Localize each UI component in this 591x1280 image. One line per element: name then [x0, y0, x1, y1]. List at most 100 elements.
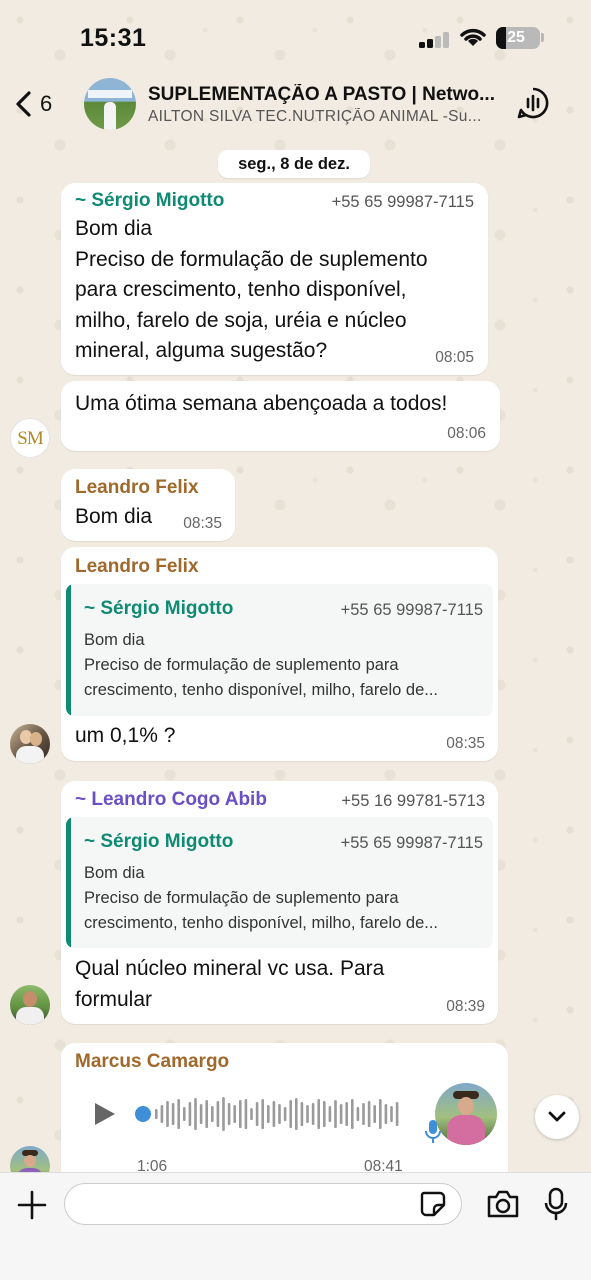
message-time: 08:35	[183, 515, 222, 532]
sender-name[interactable]: ~ Sérgio Migotto	[75, 190, 224, 212]
waveform-bar	[289, 1100, 292, 1128]
waveform-bar	[177, 1099, 180, 1129]
waveform-bar	[351, 1099, 354, 1129]
waveform-bar	[300, 1102, 304, 1126]
sender-name[interactable]: ~ Leandro Cogo Abib	[75, 789, 267, 811]
waveform-bar	[334, 1100, 337, 1128]
waveform-bar	[166, 1101, 169, 1127]
sender-name[interactable]: Leandro Felix	[75, 477, 199, 499]
quoted-sender: ~ Sérgio Migotto	[84, 598, 234, 619]
waveform-bar	[328, 1106, 332, 1122]
quoted-phone: +55 65 99987-7115	[340, 601, 483, 619]
battery-icon: 25	[496, 27, 540, 49]
sticker-icon[interactable]	[420, 1191, 446, 1217]
sender-name[interactable]: Leandro Felix	[75, 556, 199, 578]
unread-count: 6	[40, 91, 53, 116]
waveform-bar	[283, 1107, 287, 1121]
play-icon[interactable]	[91, 1101, 117, 1127]
waveform-bar	[205, 1100, 208, 1128]
scroll-to-bottom-button[interactable]	[535, 1095, 579, 1139]
waveform-bar	[323, 1101, 326, 1127]
audio-waveform[interactable]	[135, 1093, 410, 1135]
waveform-bar	[239, 1100, 242, 1128]
quoted-phone: +55 65 99987-7115	[340, 834, 483, 852]
voice-sender-avatar	[435, 1083, 497, 1145]
waveform-bar	[311, 1103, 315, 1125]
waveform-bar	[233, 1105, 236, 1123]
waveform-bar	[227, 1103, 231, 1125]
microphone-icon[interactable]	[544, 1187, 568, 1221]
status-time: 15:31	[80, 24, 147, 52]
composer-bar	[0, 1172, 591, 1280]
date-separator: seg., 8 de dez.	[218, 150, 370, 178]
waveform-bar	[367, 1101, 371, 1127]
waveform-bar	[155, 1109, 158, 1119]
quoted-message[interactable]: ~ Sérgio Migotto +55 65 99987-7115 Bom d…	[66, 584, 493, 716]
waveform-bar	[244, 1099, 248, 1129]
waveform-bar	[379, 1099, 382, 1129]
waveform-bar	[278, 1104, 281, 1124]
waveform-bar	[317, 1099, 320, 1129]
message-input[interactable]	[64, 1183, 462, 1225]
waveform-bar	[222, 1097, 225, 1131]
voice-chat-icon[interactable]	[516, 86, 550, 120]
message-text: um 0,1% ?	[75, 724, 176, 747]
waveform-bar	[216, 1101, 220, 1127]
chat-header: 6 SUPLEMENTAÇÃO A PASTO | Netwo... AILTO…	[0, 70, 591, 138]
waveform-bar	[384, 1104, 388, 1124]
message-text: Uma ótima semana abençoada a todos!	[75, 392, 448, 415]
waveform-bar	[356, 1107, 360, 1121]
avatar[interactable]: SM	[10, 418, 50, 458]
waveform-bar	[267, 1105, 270, 1123]
signal-icon	[419, 30, 451, 48]
avatar-initials: SM	[17, 428, 43, 449]
waveform-bar	[250, 1108, 253, 1120]
quoted-text: Bom dia Preciso de formulação de supleme…	[84, 631, 439, 699]
group-subtitle[interactable]: AILTON SILVA TEC.NUTRIÇÃO ANIMAL -Su...	[148, 108, 504, 126]
avatar[interactable]	[10, 724, 50, 764]
message-bubble[interactable]: Uma ótima semana abençoada a todos! 08:0…	[61, 381, 500, 451]
waveform-bar	[171, 1103, 175, 1125]
microphone-icon	[425, 1120, 441, 1143]
message-bubble[interactable]: ~ Sérgio Migotto +55 65 99987-7115 Bom d…	[61, 183, 488, 375]
waveform-bar	[272, 1101, 276, 1127]
plus-icon[interactable]	[16, 1189, 48, 1221]
waveform-bar	[345, 1102, 348, 1126]
battery-tip	[541, 33, 544, 42]
quoted-message[interactable]: ~ Sérgio Migotto +55 65 99987-7115 Bom d…	[66, 817, 493, 948]
waveform-bar	[160, 1105, 164, 1123]
waveform-bar	[306, 1105, 309, 1123]
chevron-down-icon	[548, 1111, 566, 1122]
message-bubble[interactable]: ~ Leandro Cogo Abib +55 16 99781-5713 ~ …	[61, 781, 498, 1024]
quote-bar	[66, 584, 71, 716]
quoted-text: Bom dia Preciso de formulação de supleme…	[84, 864, 439, 932]
message-time: 08:35	[446, 735, 485, 752]
waveform-bar	[183, 1107, 186, 1121]
waveform-bar	[295, 1098, 298, 1130]
quoted-sender: ~ Sérgio Migotto	[84, 831, 234, 852]
avatar[interactable]	[10, 985, 50, 1025]
sender-name[interactable]: Marcus Camargo	[75, 1051, 229, 1073]
waveform-bar	[390, 1106, 393, 1122]
waveform-bar	[255, 1102, 259, 1126]
waveform-bar	[188, 1102, 192, 1126]
message-time: 08:05	[435, 349, 474, 366]
message-text: Bom dia Preciso de formulação de supleme…	[75, 217, 428, 362]
camera-icon[interactable]	[486, 1189, 520, 1219]
playhead[interactable]	[135, 1106, 151, 1122]
message-time: 08:39	[446, 998, 485, 1015]
waveform-bar	[194, 1098, 197, 1130]
sender-phone: +55 16 99781-5713	[341, 792, 485, 810]
status-bar: 15:31 25	[0, 0, 591, 70]
message-bubble[interactable]: Leandro Felix ~ Sérgio Migotto +55 65 99…	[61, 547, 498, 761]
chevron-left-icon	[16, 91, 31, 117]
sender-phone: +55 65 99987-7115	[331, 193, 474, 211]
quote-bar	[66, 817, 71, 948]
message-bubble[interactable]: Leandro Felix Bom dia 08:35	[61, 469, 235, 541]
waveform-bar	[261, 1099, 264, 1129]
group-title[interactable]: SUPLEMENTAÇÃO A PASTO | Netwo...	[148, 84, 504, 106]
back-button[interactable]: 6	[14, 86, 74, 122]
group-avatar[interactable]	[84, 78, 136, 130]
message-text: Bom dia	[75, 505, 153, 528]
waveform-bar	[339, 1104, 343, 1124]
